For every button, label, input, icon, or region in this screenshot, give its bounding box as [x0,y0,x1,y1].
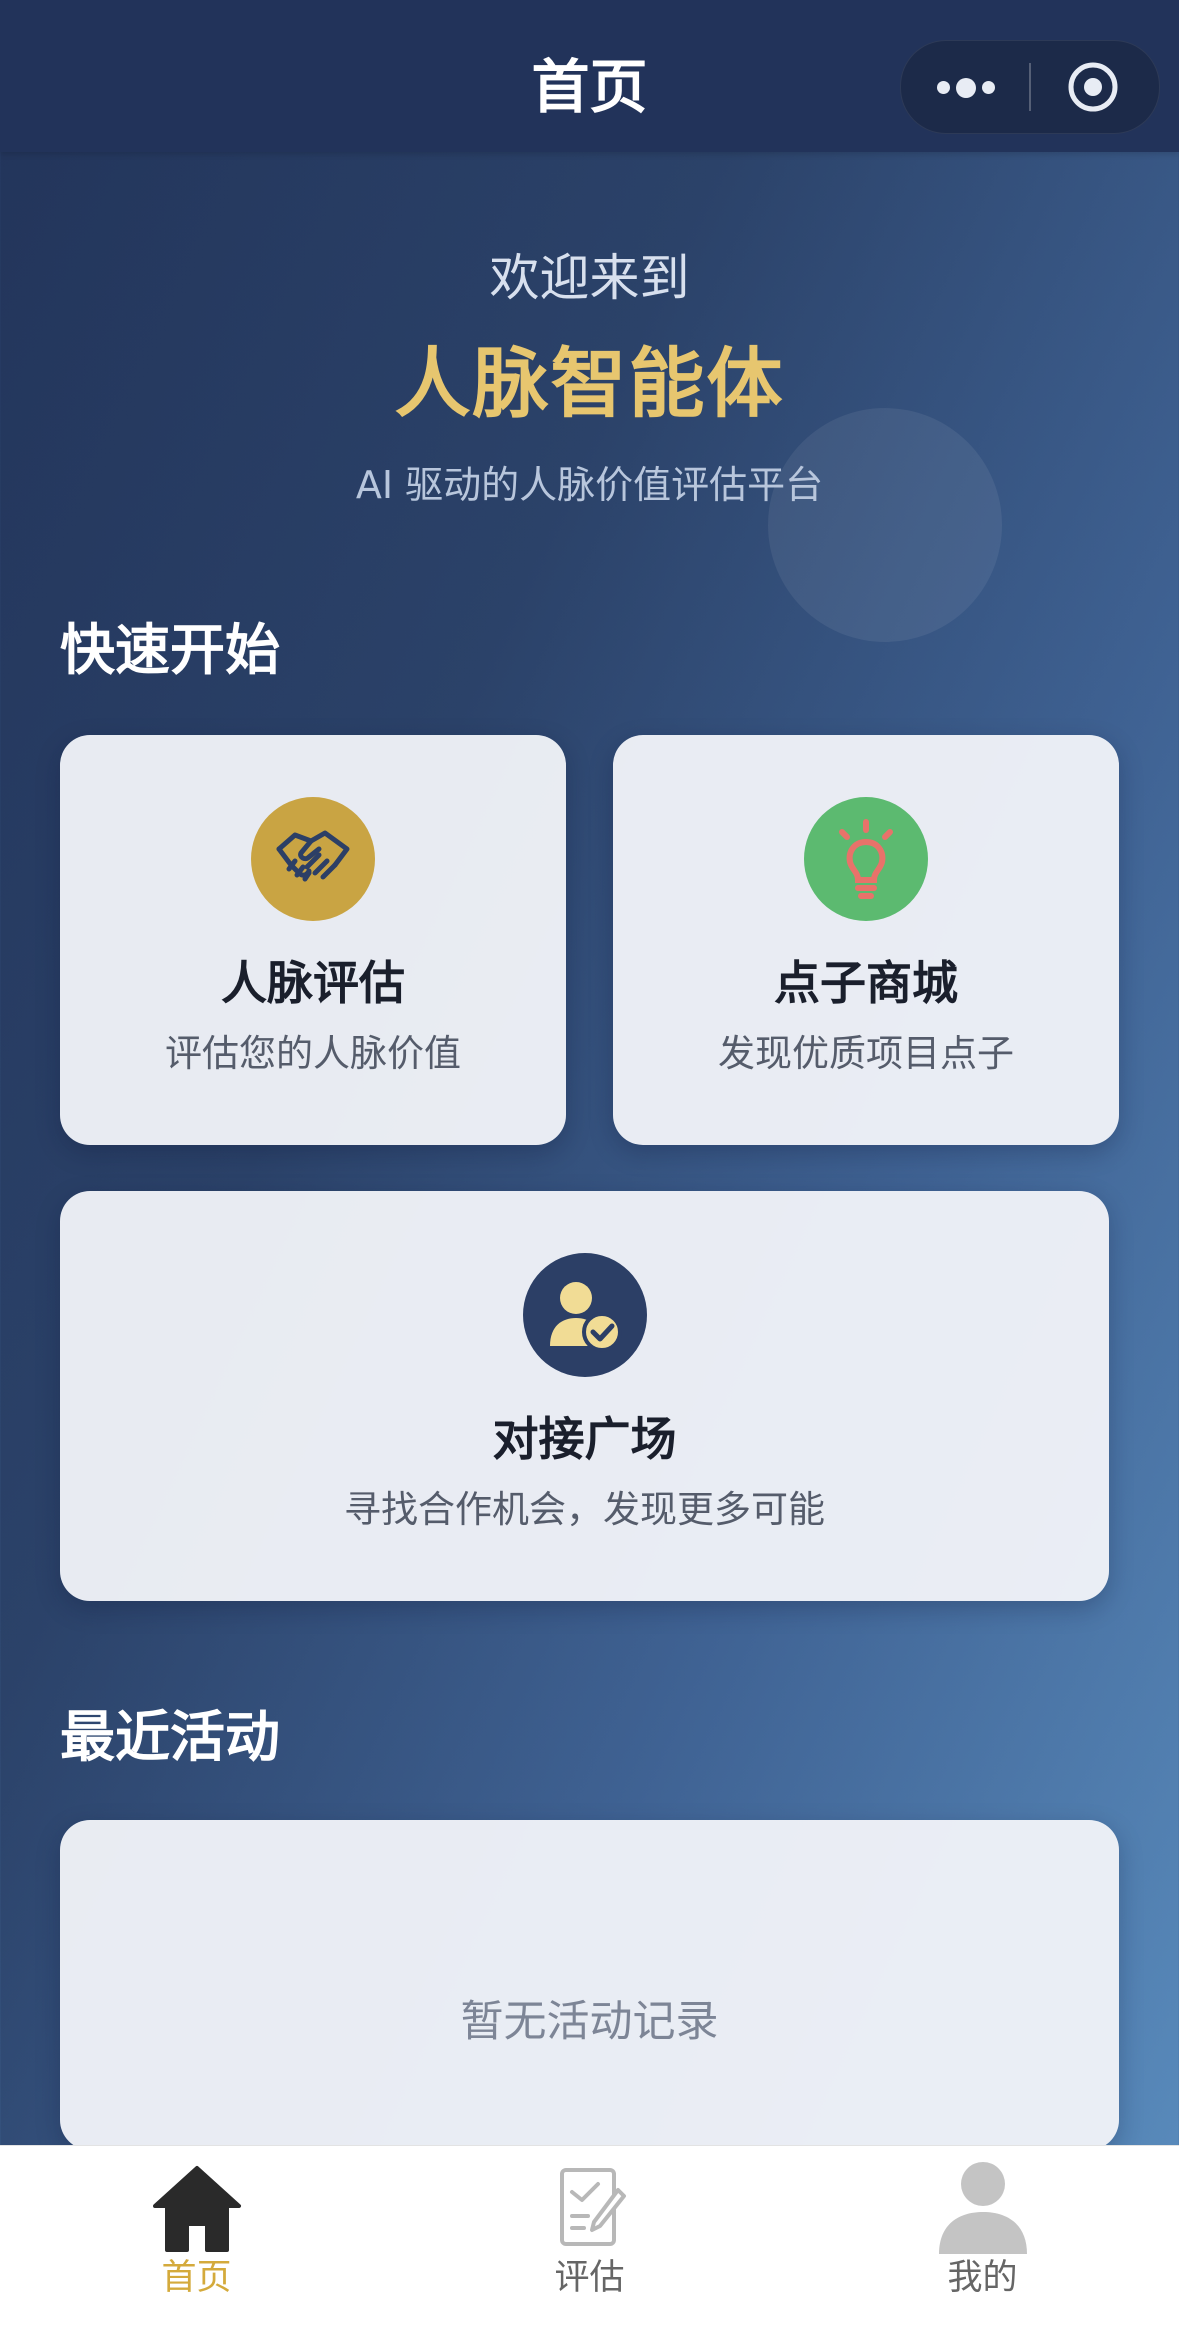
matching-square-card[interactable]: 对接广场 寻找合作机会，发现更多可能 [60,1191,1109,1601]
handshake-icon [251,797,375,921]
network-evaluation-card[interactable]: 人脉评估 评估您的人脉价值 [60,735,566,1145]
quick-start-title: 快速开始 [60,618,281,682]
idea-mall-card[interactable]: 点子商城 发现优质项目点子 [613,735,1119,1145]
card-title: 人脉评估 [221,956,405,1010]
card-title: 对接广场 [492,1412,677,1466]
recent-activity-card: 暂无活动记录 [60,1820,1119,2150]
mini-program-capsule [900,40,1160,134]
card-description: 发现优质项目点子 [718,1032,1014,1075]
app-name: 人脉智能体 [394,339,785,428]
tab-label: 首页 [161,2258,232,2298]
tab-profile[interactable]: 我的 [786,2146,1179,2330]
tab-home[interactable]: 首页 [0,2146,393,2330]
capsule-divider [1029,63,1031,111]
navigation-bar: 首页 [0,0,1179,152]
card-description: 寻找合作机会，发现更多可能 [344,1488,825,1531]
lightbulb-icon [804,797,928,921]
more-icon[interactable] [937,78,997,98]
tab-label: 我的 [947,2258,1018,2298]
recent-activity-title: 最近活动 [60,1705,281,1769]
welcome-text: 欢迎来到 [489,249,690,307]
tab-evaluate[interactable]: 评估 [393,2146,786,2330]
card-title: 点子商城 [774,956,958,1010]
user-check-icon [522,1253,647,1377]
tab-label: 评估 [554,2258,625,2298]
tab-bar: 首页 评估 我的 [0,2145,1179,2330]
decorative-circle [768,408,1002,642]
edit-document-icon [559,2168,626,2246]
close-target-icon[interactable] [1067,61,1119,113]
empty-state-text: 暂无活动记录 [460,1997,719,2047]
user-icon [938,2162,1027,2254]
tagline: AI 驱动的人脉价值评估平台 [355,463,824,507]
card-description: 评估您的人脉价值 [165,1032,461,1075]
home-icon [152,2166,241,2252]
